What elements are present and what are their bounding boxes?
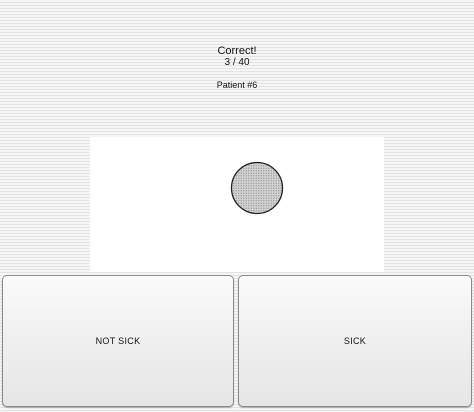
stimulus-panel <box>90 137 384 272</box>
sick-button[interactable]: SICK <box>238 275 472 407</box>
sick-label: SICK <box>343 336 367 346</box>
feedback-text: Correct! <box>217 45 257 57</box>
patient-label: Patient #6 <box>216 80 258 90</box>
stimulus-circle <box>230 161 284 215</box>
not-sick-button[interactable]: NOT SICK <box>2 275 234 407</box>
stimulus-canvas <box>230 161 284 215</box>
not-sick-label: NOT SICK <box>95 336 141 346</box>
progress-counter: 3 / 40 <box>224 57 250 68</box>
